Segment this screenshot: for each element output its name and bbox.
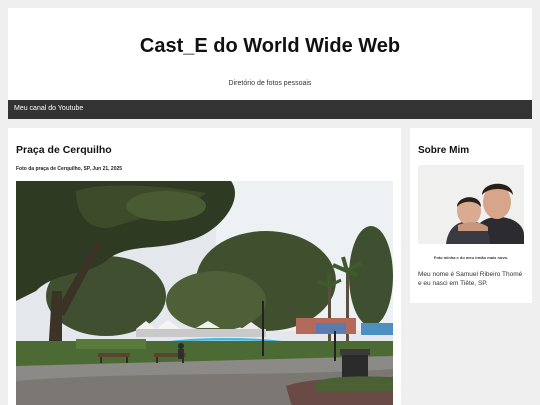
site-title[interactable]: Cast_E do World Wide Web bbox=[8, 35, 532, 58]
about-sidebar: Sobre Mim Foto minha e do meu irmão mais… bbox=[410, 128, 532, 303]
bio-text: Meu nome é Samuel Ribeiro Thomé e eu nas… bbox=[418, 271, 523, 287]
nav-item-youtube[interactable]: Meu canal do Youtube bbox=[14, 105, 83, 112]
site-description: Diretório de fotos pessoais bbox=[228, 80, 312, 87]
post-photo[interactable] bbox=[16, 181, 393, 405]
profile-photo bbox=[418, 165, 524, 244]
photo-caption: Foto minha e do meu irmão mais novo. bbox=[433, 255, 509, 260]
site-header: Cast_E do World Wide Web Diretório de fo… bbox=[8, 8, 532, 100]
nav-bar: Meu canal do Youtube bbox=[8, 100, 532, 119]
sidebar-title: Sobre Mim bbox=[418, 145, 470, 156]
post-subtitle: Foto da praça de Cerquilho, SP, Jun 21, … bbox=[16, 166, 123, 172]
post-title[interactable]: Praça de Cerquilho bbox=[16, 144, 112, 156]
post-card: Praça de Cerquilho Foto da praça de Cerq… bbox=[8, 128, 401, 405]
